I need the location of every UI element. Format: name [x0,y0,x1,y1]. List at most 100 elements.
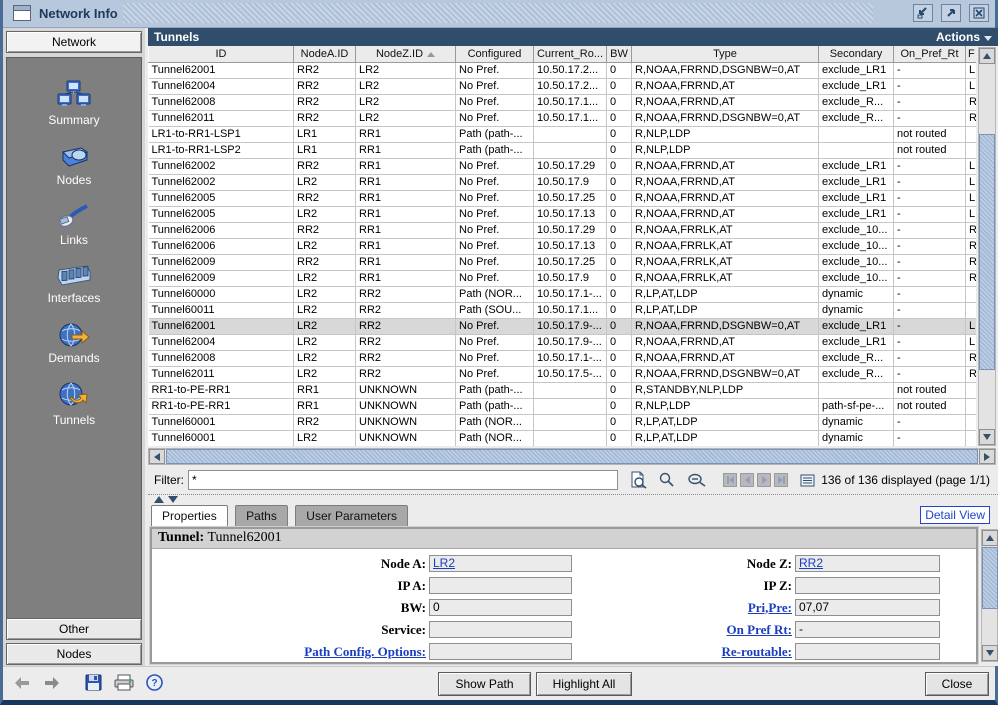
scroll-down-button[interactable] [979,429,995,445]
table-row[interactable]: Tunnel62004RR2LR2No Pref.10.50.17.2...0R… [149,78,977,94]
scroll-left-button[interactable] [149,449,165,464]
table-row[interactable]: Tunnel60011LR2RR2Path (SOU...10.50.17.1.… [149,302,977,318]
tab-properties[interactable]: Properties [151,505,228,527]
titlebar[interactable]: Network Info [3,0,995,28]
table-row[interactable]: RR1-to-PE-RR1RR1UNKNOWNPath (path-...0R,… [149,398,977,414]
splitter-divider[interactable] [148,494,998,504]
scrollbar-thumb[interactable] [982,547,998,609]
table-row[interactable]: Tunnel62002RR2RR1No Pref.10.50.17.290R,N… [149,158,977,174]
table-row[interactable]: Tunnel62006LR2RR1No Pref.10.50.17.130R,N… [149,238,977,254]
scrollbar-thumb[interactable] [979,134,995,370]
table-row[interactable]: Tunnel62011RR2LR2No Pref.10.50.17.1...0R… [149,110,977,126]
minimize-button[interactable] [913,4,933,22]
scroll-right-button[interactable] [979,449,995,464]
table-row[interactable]: Tunnel62006RR2RR1No Pref.10.50.17.290R,N… [149,222,977,238]
table-cell: L [966,158,977,174]
splitter-expand-down-icon[interactable] [168,496,178,503]
table-row[interactable]: LR1-to-RR1-LSP1LR1RR1Path (path-...0R,NL… [149,126,977,142]
table-cell: Tunnel60011 [149,302,294,318]
tab-paths[interactable]: Paths [235,505,288,526]
save-icon[interactable] [85,674,102,691]
sidebar-item-interfaces[interactable]: Interfaces [7,264,141,305]
column-header[interactable]: Type [632,46,819,62]
prev-page-button[interactable] [740,473,754,487]
close-button[interactable]: Close [925,672,989,696]
zoom-in-button[interactable] [659,472,675,488]
table-row[interactable]: Tunnel62001RR2LR2No Pref.10.50.17.2...0R… [149,62,977,78]
sidebar-item-demands[interactable]: Demands [7,322,141,365]
splitter-expand-up-icon[interactable] [154,496,164,503]
table-row[interactable]: Tunnel62011LR2RR2No Pref.10.50.17.5-...0… [149,366,977,382]
table-row[interactable]: Tunnel60001LR2UNKNOWNPath (NOR...0R,LP,A… [149,430,977,446]
table-cell [966,286,977,302]
column-header[interactable]: Current_Ro... [534,46,607,62]
table-row[interactable]: Tunnel62008RR2LR2No Pref.10.50.17.1...0R… [149,94,977,110]
search-report-button[interactable] [630,471,647,489]
table-row[interactable]: RR1-to-PE-RR1RR1UNKNOWNPath (path-...0R,… [149,382,977,398]
scroll-up-button[interactable] [979,48,995,64]
show-path-button[interactable]: Show Path [438,672,531,696]
sidebar-bottom-other-button[interactable]: Other [6,618,142,640]
column-header[interactable]: NodeA.ID [294,46,356,62]
sidebar-item-summary[interactable]: Summary [7,80,141,127]
table-row[interactable]: Tunnel60000LR2RR2Path (NOR...10.50.17.1-… [149,286,977,302]
column-header[interactable]: BW [607,46,632,62]
table-vertical-scrollbar[interactable] [978,47,996,446]
pri-pre-link[interactable]: Pri,Pre: [748,600,795,616]
highlight-all-button[interactable]: Highlight All [536,672,632,696]
table-row[interactable]: Tunnel62002LR2RR1No Pref.10.50.17.90R,NO… [149,174,977,190]
zoom-out-button[interactable] [687,472,707,488]
node-a-value-link[interactable]: LR2 [429,555,572,572]
table-row[interactable]: Tunnel62004LR2RR2No Pref.10.50.17.9-...0… [149,334,977,350]
tab-user-parameters[interactable]: User Parameters [295,505,408,526]
table-row[interactable]: Tunnel62005RR2RR1No Pref.10.50.17.250R,N… [149,190,977,206]
back-arrow-icon[interactable] [13,676,31,690]
sidebar-item-links[interactable]: Links [7,204,141,247]
table-cell [966,126,977,142]
help-icon[interactable]: ? [146,674,163,691]
sidebar-item-tunnels[interactable]: Tunnels [7,382,141,427]
maximize-button[interactable] [941,4,961,22]
print-icon[interactable] [114,674,134,691]
on-pref-rt-link[interactable]: On Pref Rt: [727,622,795,638]
table-cell: LR2 [356,110,456,126]
column-header[interactable]: On_Pref_Rt [894,46,966,62]
table-cell: No Pref. [456,350,534,366]
scroll-down-button[interactable] [982,645,998,661]
tunnel-header-value: Tunnel62001 [207,530,281,545]
table-row[interactable]: Tunnel62008LR2RR2No Pref.10.50.17.1-...0… [149,350,977,366]
table-row[interactable]: Tunnel62009RR2RR1No Pref.10.50.17.250R,N… [149,254,977,270]
table-cell [819,126,894,142]
next-page-button[interactable] [757,473,771,487]
scroll-up-button[interactable] [982,530,998,546]
list-view-button[interactable] [800,474,815,487]
table-cell: RR1 [356,254,456,270]
last-page-button[interactable] [774,473,788,487]
detail-view-button[interactable]: Detail View [920,506,990,524]
table-row[interactable]: LR1-to-RR1-LSP2LR1RR1Path (path-...0R,NL… [149,142,977,158]
sidebar-header-network[interactable]: Network [6,31,142,53]
column-header[interactable]: NodeZ.ID [356,46,456,62]
sidebar-item-nodes[interactable]: Nodes [7,144,141,187]
table-row[interactable]: Tunnel62005LR2RR1No Pref.10.50.17.130R,N… [149,206,977,222]
table-row[interactable]: Tunnel62001LR2RR2No Pref.10.50.17.9-...0… [149,318,977,334]
table-horizontal-scrollbar[interactable] [148,448,996,465]
sidebar-bottom-nodes-button[interactable]: Nodes [6,643,142,665]
column-header[interactable]: Configured [456,46,534,62]
column-header[interactable]: Secondary [819,46,894,62]
close-button-titlebar[interactable] [969,4,989,22]
filter-input[interactable] [188,470,618,490]
properties-vertical-scrollbar[interactable] [981,529,998,662]
actions-menu-button[interactable]: Actions [936,28,992,46]
re-routable-link[interactable]: Re-routable: [721,644,795,660]
scrollbar-thumb[interactable] [166,449,978,464]
column-header[interactable]: ID [149,46,294,62]
table-row[interactable]: Tunnel62009LR2RR1No Pref.10.50.17.90R,NO… [149,270,977,286]
node-z-value-link[interactable]: RR2 [795,555,940,572]
path-config-options-link[interactable]: Path Config. Options: [304,644,429,660]
column-header[interactable]: F [966,46,977,62]
first-page-button[interactable] [723,473,737,487]
forward-arrow-icon[interactable] [43,676,61,690]
table-cell: LR2 [294,286,356,302]
table-row[interactable]: Tunnel60001RR2UNKNOWNPath (NOR...0R,LP,A… [149,414,977,430]
